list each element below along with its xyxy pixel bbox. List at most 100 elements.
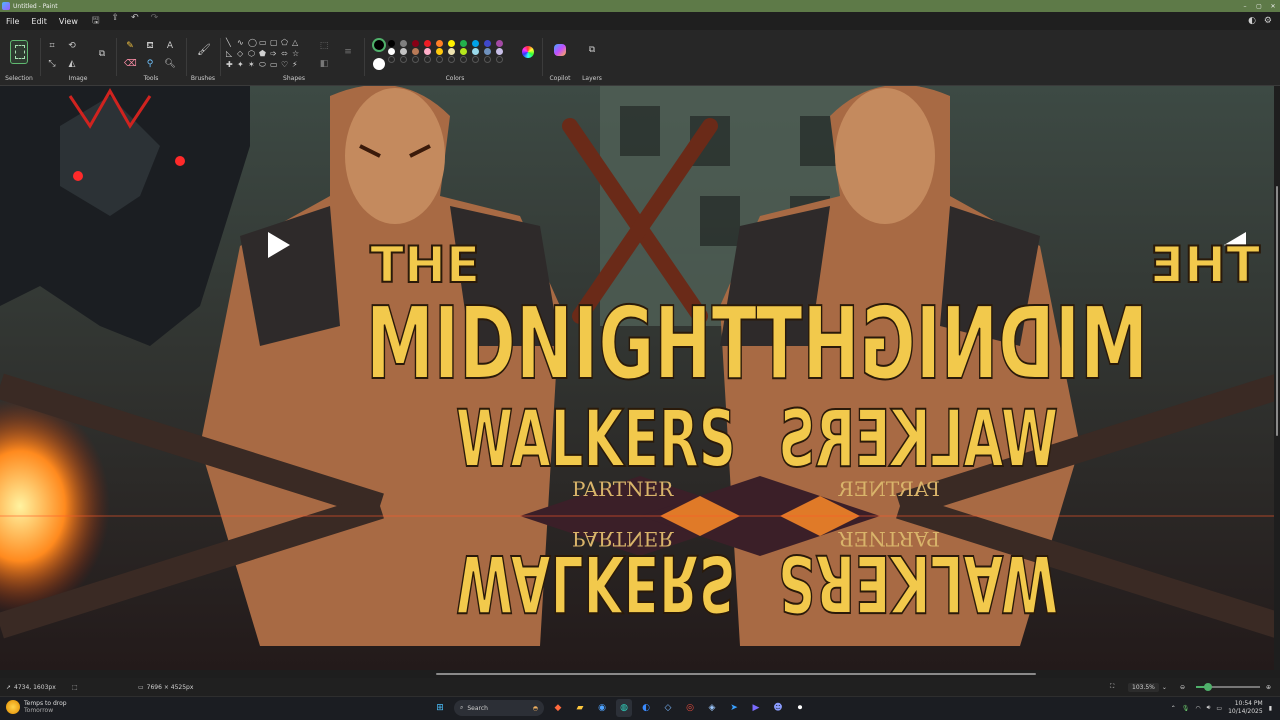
- custom-color-slot[interactable]: [436, 56, 443, 63]
- shape-option-13[interactable]: ☆: [292, 49, 302, 58]
- color-picker-icon[interactable]: ⚲: [144, 58, 156, 70]
- palette-color-swatch[interactable]: [472, 40, 479, 47]
- horizontal-scrollbar[interactable]: [0, 670, 1280, 678]
- pencil-icon[interactable]: ✎: [124, 40, 136, 52]
- paint-taskbar-icon[interactable]: ◍: [616, 699, 632, 717]
- edit-colors-icon[interactable]: [522, 46, 534, 58]
- video-editor-icon[interactable]: ▶: [748, 699, 764, 717]
- fill-bucket-icon[interactable]: ⛾: [144, 40, 156, 52]
- shape-option-7[interactable]: ◺: [226, 49, 236, 58]
- palette-color-swatch[interactable]: [436, 40, 443, 47]
- fit-to-window-icon[interactable]: ⛶: [1110, 683, 1114, 691]
- custom-color-slot[interactable]: [388, 56, 395, 63]
- eraser-icon[interactable]: ⌫: [124, 58, 137, 70]
- palette-color-swatch[interactable]: [400, 40, 407, 47]
- shape-option-11[interactable]: ➩: [270, 49, 280, 58]
- vertical-scroll-thumb[interactable]: [1276, 186, 1278, 436]
- layers-icon[interactable]: ⧉: [586, 44, 598, 56]
- shape-option-8[interactable]: ◇: [237, 49, 247, 58]
- microphone-icon[interactable]: 🎙︎: [1182, 705, 1190, 712]
- menu-view[interactable]: View: [53, 17, 84, 26]
- palette-color-swatch[interactable]: [436, 48, 443, 55]
- steam-icon[interactable]: ◈: [704, 699, 720, 717]
- minimize-icon[interactable]: –: [1238, 3, 1252, 10]
- palette-color-swatch[interactable]: [412, 40, 419, 47]
- obs-icon[interactable]: ⏺: [792, 699, 808, 717]
- undo-icon[interactable]: ↶: [131, 13, 139, 29]
- save-icon[interactable]: 🖫: [92, 13, 100, 29]
- shape-option-1[interactable]: ∿: [237, 38, 247, 47]
- shape-option-18[interactable]: ▭: [270, 60, 280, 70]
- remove-background-icon[interactable]: ⧉: [96, 48, 108, 60]
- shape-option-16[interactable]: ✶: [248, 60, 258, 70]
- custom-color-slot[interactable]: [472, 56, 479, 63]
- palette-color-swatch[interactable]: [484, 48, 491, 55]
- custom-color-slot[interactable]: [460, 56, 467, 63]
- wifi-icon[interactable]: ◠: [1195, 705, 1200, 712]
- zoom-slider-knob[interactable]: [1203, 683, 1212, 691]
- vscode-icon[interactable]: ◇: [660, 699, 676, 717]
- secondary-color-swatch[interactable]: [373, 58, 385, 70]
- shape-option-15[interactable]: ✦: [237, 60, 247, 70]
- redo-icon[interactable]: ↷: [151, 13, 159, 29]
- file-explorer-icon[interactable]: ▰: [572, 699, 588, 717]
- custom-color-slot[interactable]: [496, 56, 503, 63]
- zoom-out-icon[interactable]: ⊖: [1180, 684, 1185, 691]
- shape-option-6[interactable]: △: [292, 38, 302, 47]
- account-icon[interactable]: ◐: [1248, 16, 1256, 26]
- shape-option-0[interactable]: ╲: [226, 38, 236, 47]
- battery-icon[interactable]: ▭: [1216, 705, 1222, 712]
- stroke-size-icon[interactable]: ≡: [342, 46, 354, 58]
- palette-color-swatch[interactable]: [448, 40, 455, 47]
- flip-icon[interactable]: ◭: [66, 58, 78, 70]
- custom-color-slot[interactable]: [424, 56, 431, 63]
- clock[interactable]: 10:54 PM 10/14/2025: [1228, 700, 1263, 716]
- resize-icon[interactable]: ⤡: [46, 58, 58, 70]
- primary-color-swatch[interactable]: [372, 38, 386, 52]
- palette-color-swatch[interactable]: [400, 48, 407, 55]
- shape-option-4[interactable]: ▢: [270, 38, 280, 47]
- outline-icon[interactable]: ⬚: [318, 40, 330, 52]
- palette-color-swatch[interactable]: [496, 40, 503, 47]
- close-icon[interactable]: ✕: [1266, 3, 1280, 10]
- shape-fill-icon[interactable]: ◧: [318, 58, 330, 70]
- palette-color-swatch[interactable]: [448, 48, 455, 55]
- palette-color-swatch[interactable]: [388, 48, 395, 55]
- shape-option-5[interactable]: ⬠: [281, 38, 291, 47]
- magnifier-icon[interactable]: 🔍︎: [164, 58, 176, 70]
- horizontal-scroll-thumb[interactable]: [436, 673, 1036, 675]
- share-icon[interactable]: ⇪: [112, 13, 120, 29]
- palette-color-swatch[interactable]: [484, 40, 491, 47]
- chrome-icon[interactable]: ◎: [682, 699, 698, 717]
- palette-color-swatch[interactable]: [496, 48, 503, 55]
- notifications-icon[interactable]: ▮: [1269, 705, 1272, 712]
- shape-option-3[interactable]: ▭: [259, 38, 269, 47]
- drawing-canvas[interactable]: THE THE MIDNIGHT MIDNIGHT WALKERS WALKER…: [0, 86, 1280, 670]
- shape-option-19[interactable]: ♡: [281, 60, 291, 70]
- shape-option-2[interactable]: ◯: [248, 38, 258, 47]
- tray-chevron-up-icon[interactable]: ⌃: [1171, 705, 1176, 712]
- custom-color-slot[interactable]: [448, 56, 455, 63]
- palette-color-swatch[interactable]: [460, 48, 467, 55]
- text-tool-icon[interactable]: A: [164, 40, 176, 52]
- brave-browser-icon[interactable]: ◆: [550, 699, 566, 717]
- palette-color-swatch[interactable]: [388, 40, 395, 47]
- shape-option-9[interactable]: ⬡: [248, 49, 258, 58]
- volume-icon[interactable]: 🔊︎: [1207, 704, 1211, 712]
- palette-color-swatch[interactable]: [412, 48, 419, 55]
- zoom-in-icon[interactable]: ⊕: [1266, 684, 1271, 691]
- palette-color-swatch[interactable]: [424, 48, 431, 55]
- zoom-slider[interactable]: [1196, 683, 1260, 691]
- weather-widget[interactable]: Temps to drop Tomorrow: [6, 700, 67, 714]
- custom-color-slot[interactable]: [400, 56, 407, 63]
- zoom-dropdown[interactable]: 103.5% ⌄: [1128, 682, 1167, 692]
- custom-color-slot[interactable]: [484, 56, 491, 63]
- telegram-icon[interactable]: ➤: [726, 699, 742, 717]
- palette-color-swatch[interactable]: [424, 40, 431, 47]
- shape-option-17[interactable]: ⬭: [259, 60, 269, 70]
- selection-button[interactable]: [10, 40, 28, 64]
- copilot-icon[interactable]: [554, 44, 566, 56]
- crop-icon[interactable]: ⌗: [46, 40, 58, 52]
- shape-option-14[interactable]: ✚: [226, 60, 236, 70]
- menu-file[interactable]: File: [0, 17, 25, 26]
